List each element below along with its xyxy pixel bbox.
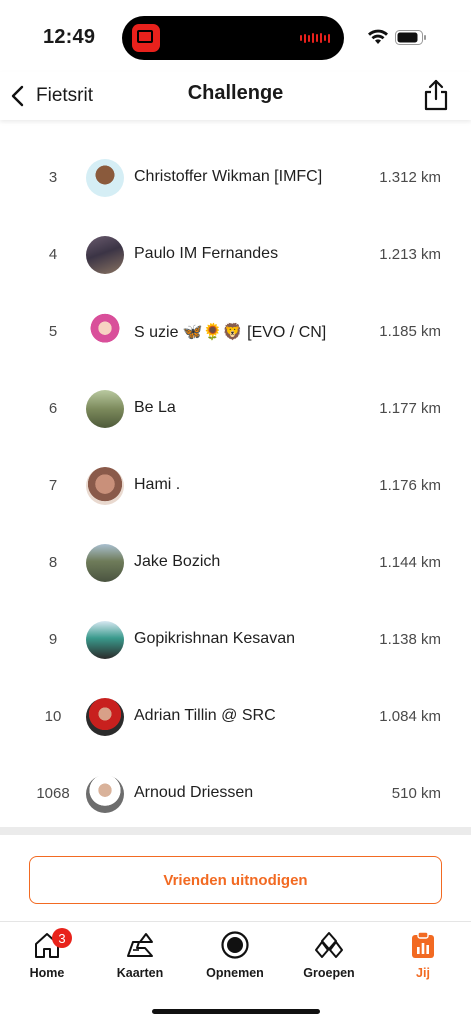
chevron-left-icon: [11, 85, 24, 107]
avatar[interactable]: [86, 775, 124, 813]
avatar[interactable]: [86, 313, 124, 351]
wifi-icon: [368, 29, 388, 44]
status-time: 12:49: [43, 26, 96, 48]
tab-groups[interactable]: Groepen: [289, 930, 369, 980]
rank: 7: [48, 477, 58, 494]
tab-label: Opnemen: [206, 966, 264, 980]
avatar[interactable]: [86, 159, 124, 197]
distance: 1.185 km: [379, 323, 441, 340]
leaderboard-row[interactable]: 1068 Arnoud Driessen 510 km: [0, 756, 471, 833]
avatar[interactable]: [86, 544, 124, 582]
avatar[interactable]: [86, 698, 124, 736]
athlete-name[interactable]: Paulo IM Fernandes: [134, 245, 278, 263]
tab-label: Groepen: [303, 966, 355, 980]
tab-you[interactable]: Jij: [383, 930, 463, 980]
athlete-name[interactable]: Gopikrishnan Kesavan: [134, 630, 295, 648]
back-button[interactable]: Fietsrit: [8, 78, 93, 114]
leaderboard-row[interactable]: 6 Be La 1.177 km: [0, 371, 471, 448]
athlete-name[interactable]: Be La: [134, 399, 176, 417]
athlete-name[interactable]: Adrian Tillin @ SRC: [134, 707, 276, 725]
nav-header: Fietsrit Challenge: [0, 72, 471, 120]
leaderboard-row[interactable]: 3 Christoffer Wikman [IMFC] 1.312 km: [0, 140, 471, 217]
dynamic-island[interactable]: [122, 16, 344, 60]
athlete-name[interactable]: Hami .: [134, 476, 180, 494]
tab-maps[interactable]: Kaarten: [100, 930, 180, 980]
groups-icon: [315, 932, 343, 958]
distance: 1.177 km: [379, 400, 441, 417]
maps-icon: [127, 933, 153, 957]
notification-badge: 3: [52, 928, 72, 948]
rank: 10: [44, 708, 62, 725]
rank: 3: [48, 169, 58, 186]
tab-label: Kaarten: [116, 966, 164, 980]
athlete-name[interactable]: Arnoud Driessen: [134, 784, 253, 802]
recording-app-icon: [132, 24, 160, 52]
leaderboard-row[interactable]: 10 Adrian Tillin @ SRC 1.084 km: [0, 679, 471, 756]
home-indicator[interactable]: [152, 1009, 320, 1014]
leaderboard-list: 3 Christoffer Wikman [IMFC] 1.312 km 4 P…: [0, 140, 471, 833]
rank: 1068: [36, 785, 70, 802]
distance: 1.312 km: [379, 169, 441, 186]
section-divider: [0, 827, 471, 835]
tab-home[interactable]: 3 Home: [7, 928, 87, 980]
audio-wave-icon: [300, 33, 330, 43]
leaderboard-row[interactable]: 5 S uzie 🦋🌻🦁 [EVO / CN] 1.185 km: [0, 294, 471, 371]
tab-record[interactable]: Opnemen: [195, 930, 275, 980]
avatar[interactable]: [86, 390, 124, 428]
tab-bar: 3 Home Kaarten Opnemen Groepen Jij: [0, 921, 471, 1023]
distance: 1.213 km: [379, 246, 441, 263]
distance: 1.176 km: [379, 477, 441, 494]
athlete-name[interactable]: S uzie 🦋🌻🦁 [EVO / CN]: [134, 322, 326, 342]
distance: 510 km: [391, 785, 441, 802]
distance: 1.144 km: [379, 554, 441, 571]
leaderboard-row[interactable]: 7 Hami . 1.176 km: [0, 448, 471, 525]
tab-label: Home: [29, 966, 65, 980]
distance: 1.084 km: [379, 708, 441, 725]
rank: 5: [48, 323, 58, 340]
invite-section: Vrienden uitnodigen: [0, 835, 471, 921]
leaderboard-row[interactable]: 8 Jake Bozich 1.144 km: [0, 525, 471, 602]
battery-icon: [395, 30, 426, 45]
share-icon[interactable]: [421, 78, 451, 112]
rank: 4: [48, 246, 58, 263]
leaderboard-row[interactable]: 9 Gopikrishnan Kesavan 1.138 km: [0, 602, 471, 679]
status-bar: 12:49: [0, 0, 471, 72]
invite-friends-button[interactable]: Vrienden uitnodigen: [29, 856, 442, 904]
avatar[interactable]: [86, 467, 124, 505]
distance: 1.138 km: [379, 631, 441, 648]
avatar[interactable]: [86, 236, 124, 274]
record-icon: [221, 931, 249, 959]
avatar[interactable]: [86, 621, 124, 659]
rank: 8: [48, 554, 58, 571]
rank: 9: [48, 631, 58, 648]
back-label: Fietsrit: [36, 85, 93, 106]
athlete-name[interactable]: Jake Bozich: [134, 553, 220, 571]
rank: 6: [48, 400, 58, 417]
profile-stats-icon: [412, 931, 434, 958]
athlete-name[interactable]: Christoffer Wikman [IMFC]: [134, 168, 322, 186]
leaderboard-row[interactable]: 4 Paulo IM Fernandes 1.213 km: [0, 217, 471, 294]
tab-label: Jij: [416, 966, 430, 980]
